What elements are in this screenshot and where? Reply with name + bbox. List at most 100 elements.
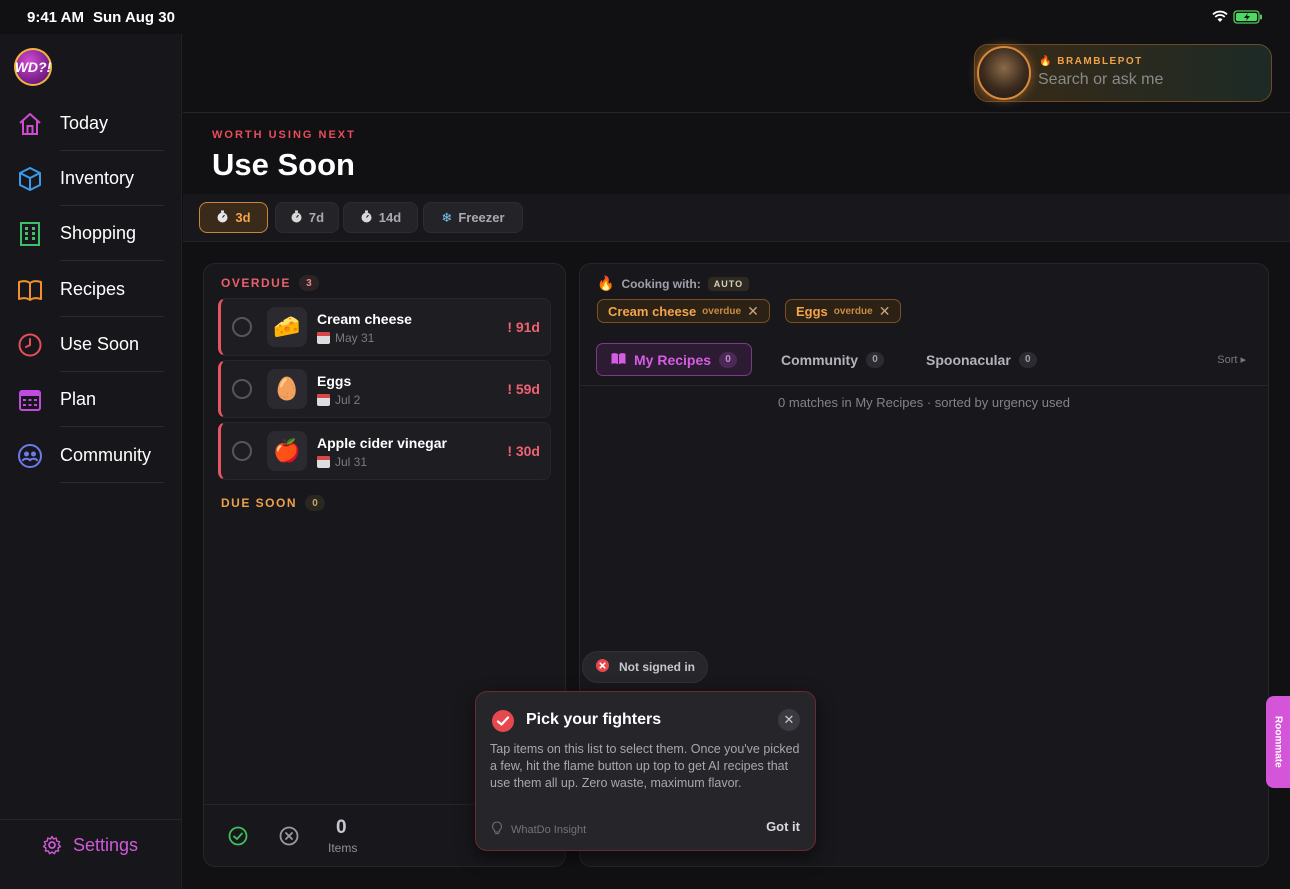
sidebar-item-label: Community: [60, 445, 152, 465]
calendar-icon: [317, 332, 330, 344]
list-item[interactable]: 🍎 Apple cider vinegar Jul 31 ! 30d: [218, 422, 551, 480]
toast-text: Not signed in: [619, 660, 695, 674]
check-circle-icon: [491, 709, 515, 738]
sidebar-item-label: Inventory: [60, 168, 135, 188]
sidebar-item-today[interactable]: Today: [0, 96, 182, 151]
box-icon: [17, 166, 43, 192]
timer-icon: [290, 210, 303, 226]
clock-icon: [17, 332, 43, 358]
battery-icon: [1233, 10, 1263, 29]
timer-icon: [360, 210, 373, 226]
assistant-name: 🔥 BRAMBLEPOT: [1039, 56, 1143, 67]
sort-button[interactable]: Sort ▸: [1217, 353, 1246, 366]
page-eyebrow: WORTH USING NEXT: [212, 129, 356, 141]
search-input[interactable]: Search or ask me: [1038, 71, 1163, 89]
roommate-label: Roommate: [1272, 716, 1284, 768]
apple-icon: 🍎: [267, 431, 307, 471]
auto-badge[interactable]: AUTO: [707, 276, 750, 291]
sidebar-item-inventory[interactable]: Inventory: [0, 151, 182, 206]
got-it-button[interactable]: Got it: [766, 819, 800, 834]
clear-circle-icon[interactable]: [279, 826, 299, 851]
divider: [60, 426, 164, 427]
tab-my-recipes[interactable]: My Recipes 0: [596, 343, 753, 376]
overdue-age: ! 30d: [507, 443, 540, 459]
top-bar: 🔥 BRAMBLEPOT Search or ask me: [183, 34, 1290, 113]
sidebar-item-label: Plan: [60, 389, 97, 409]
sidebar-item-recipes[interactable]: Recipes: [0, 262, 182, 317]
overdue-age: ! 91d: [507, 319, 540, 335]
error-icon: [596, 659, 609, 675]
lightbulb-icon: [491, 821, 503, 838]
due-soon-header: DUE SOON 0: [221, 495, 326, 511]
page-header: WORTH USING NEXT Use Soon: [183, 114, 1290, 194]
flame-icon: 🔥: [597, 275, 615, 291]
insight-title: Pick your fighters: [526, 711, 662, 728]
overdue-header: OVERDUE 3: [221, 275, 319, 291]
tab-community[interactable]: Community 0: [767, 343, 898, 376]
cooking-with-row: 🔥 Cooking with: AUTO: [597, 275, 750, 292]
divider: [60, 260, 164, 261]
egg-icon: 🥚: [267, 369, 307, 409]
item-name: Apple cider vinegar: [317, 435, 447, 451]
sidebar-item-label: Use Soon: [60, 334, 140, 354]
people-icon: [17, 443, 43, 469]
building-icon: [17, 221, 43, 247]
insight-popup: Pick your fighters ✕ Tap items on this l…: [475, 691, 816, 851]
item-date: May 31: [317, 331, 374, 345]
wifi-icon: [1212, 10, 1228, 28]
selected-unit: Items: [328, 841, 358, 855]
close-icon[interactable]: ✕: [879, 303, 891, 320]
sidebar-item-use-soon[interactable]: Use Soon: [0, 317, 182, 372]
select-radio[interactable]: [232, 379, 252, 399]
list-item[interactable]: 🧀 Cream cheese May 31 ! 91d: [218, 298, 551, 356]
close-icon[interactable]: ✕: [778, 709, 800, 731]
divider: [580, 385, 1268, 386]
sidebar-item-shopping[interactable]: Shopping: [0, 206, 182, 261]
calendar-icon: [317, 394, 330, 406]
sidebar-item-plan[interactable]: Plan: [0, 372, 182, 427]
assistant-search[interactable]: 🔥 BRAMBLEPOT Search or ask me: [974, 44, 1272, 102]
app-logo[interactable]: WD?!: [14, 48, 52, 86]
status-date: Sun Aug 30: [93, 9, 175, 26]
timer-icon: [216, 210, 229, 226]
filter-freezer[interactable]: ❄ Freezer: [423, 202, 523, 233]
selected-ingredient-chip[interactable]: Cream cheese overdue ✕: [597, 299, 770, 323]
sidebar-item-community[interactable]: Community: [0, 428, 182, 483]
assistant-avatar[interactable]: [977, 46, 1031, 100]
check-circle-icon[interactable]: [228, 826, 248, 851]
sidebar-item-label: Today: [60, 113, 109, 133]
select-radio[interactable]: [232, 317, 252, 337]
list-item[interactable]: 🥚 Eggs Jul 2 ! 59d: [218, 360, 551, 418]
matches-text: 0 matches in My Recipes · sorted by urge…: [778, 395, 1070, 410]
overdue-age: ! 59d: [507, 381, 540, 397]
item-date: Jul 2: [317, 393, 360, 407]
sidebar-item-label: Shopping: [60, 223, 137, 243]
calendar-icon: [17, 387, 43, 413]
roommate-tab[interactable]: Roommate: [1266, 696, 1290, 788]
divider: [60, 482, 164, 483]
settings-button[interactable]: Settings: [0, 819, 182, 865]
cheese-icon: 🧀: [267, 307, 307, 347]
insight-body: Tap items on this list to select them. O…: [490, 742, 800, 790]
count-badge: 0: [305, 495, 326, 511]
gear-icon: [42, 835, 62, 860]
item-name: Cream cheese: [317, 311, 412, 327]
status-bar: 9:41 AM Sun Aug 30: [0, 0, 1290, 34]
sidebar: WD?! Today Inventory Shopping Recipes Us…: [0, 34, 182, 889]
page-title: Use Soon: [212, 147, 355, 182]
tab-spoonacular[interactable]: Spoonacular 0: [912, 343, 1051, 376]
status-time: 9:41 AM: [27, 9, 84, 26]
filter-7d[interactable]: 7d: [275, 202, 339, 233]
close-icon[interactable]: ✕: [747, 303, 759, 320]
calendar-icon: [317, 456, 330, 468]
selected-ingredient-chip[interactable]: Eggs overdue ✕: [785, 299, 902, 323]
selected-count: 0: [336, 817, 347, 838]
not-signed-in-toast[interactable]: Not signed in: [582, 651, 708, 683]
item-name: Eggs: [317, 373, 352, 389]
settings-label: Settings: [73, 835, 139, 855]
filter-3d[interactable]: 3d: [199, 202, 268, 233]
select-radio[interactable]: [232, 441, 252, 461]
insight-source: WhatDo Insight: [491, 821, 586, 838]
filter-14d[interactable]: 14d: [343, 202, 418, 233]
filter-bar: 3d 7d 14d ❄ Freezer: [183, 194, 1290, 242]
